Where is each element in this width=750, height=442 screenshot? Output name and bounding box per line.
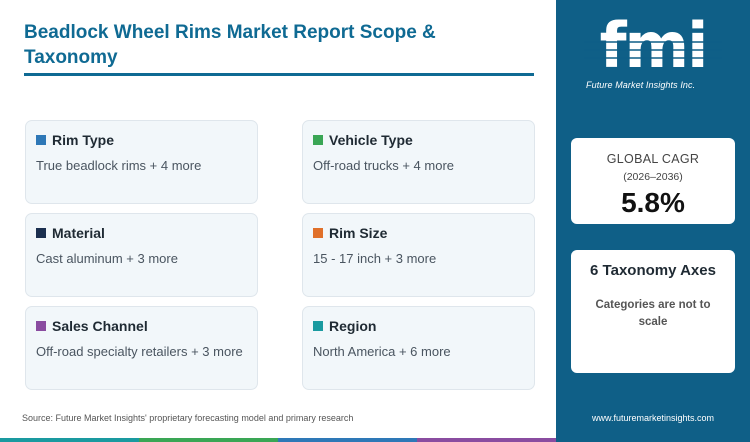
- bottom-color-bar: [0, 438, 556, 442]
- taxonomy-card-rim-size: Rim Size 15 - 17 inch + 3 more: [302, 213, 535, 297]
- cagr-value: 5.8%: [621, 187, 685, 218]
- card-value: Off-road specialty retailers + 3 more: [36, 344, 243, 359]
- card-header: Sales Channel: [36, 318, 148, 334]
- card-label: Material: [52, 225, 105, 241]
- bottom-bar-segment: [139, 438, 278, 442]
- page-title: Beadlock Wheel Rims Market Report Scope …: [24, 22, 436, 68]
- taxonomy-card-region: Region North America + 6 more: [302, 306, 535, 390]
- card-label: Rim Size: [329, 225, 388, 241]
- website-url: www.futuremarketinsights.com: [591, 413, 715, 423]
- main-panel: Beadlock Wheel Rims Market Report Scope …: [0, 0, 556, 442]
- square-bullet-icon: [36, 228, 46, 238]
- square-bullet-icon: [313, 321, 323, 331]
- card-header: Material: [36, 225, 105, 241]
- taxonomy-card-material: Material Cast aluminum + 3 more: [25, 213, 258, 297]
- card-label: Region: [329, 318, 377, 334]
- title-divider: [24, 73, 534, 76]
- logo-mark: fmi: [600, 12, 707, 74]
- card-value: North America + 6 more: [313, 344, 451, 359]
- cagr-label: GLOBAL CAGR: [606, 152, 700, 166]
- card-value: Cast aluminum + 3 more: [36, 251, 178, 266]
- square-bullet-icon: [313, 135, 323, 145]
- bottom-bar-segment: [417, 438, 556, 442]
- taxonomy-card-rim-type: Rim Type True beadlock rims + 4 more: [25, 120, 258, 204]
- card-header: Rim Type: [36, 132, 114, 148]
- square-bullet-icon: [36, 135, 46, 145]
- taxonomy-subtitle: Categories are not to scale: [595, 299, 711, 328]
- taxonomy-title: 6 Taxonomy Axes: [590, 262, 716, 279]
- card-header: Region: [313, 318, 376, 334]
- card-value: 15 - 17 inch + 3 more: [313, 251, 437, 266]
- logo-text: Future Market Insights Inc.: [586, 80, 696, 90]
- cagr-period: (2026–2036): [623, 171, 683, 183]
- taxonomy-card-vehicle-type: Vehicle Type Off-road trucks + 4 more: [302, 120, 535, 204]
- card-label: Rim Type: [52, 132, 114, 148]
- card-label: Sales Channel: [52, 318, 148, 334]
- cagr-box: GLOBAL CAGR (2026–2036) 5.8%: [571, 138, 735, 224]
- card-label: Vehicle Type: [329, 132, 413, 148]
- bottom-bar-segment: [278, 438, 417, 442]
- taxonomy-box: 6 Taxonomy Axes Categories are not to sc…: [571, 250, 735, 373]
- taxonomy-card-sales-channel: Sales Channel Off-road specialty retaile…: [25, 306, 258, 390]
- source-note: Source: Future Market Insights' propriet…: [22, 413, 354, 423]
- card-value: True beadlock rims + 4 more: [36, 158, 202, 173]
- sidebar: fmi Future Market Insights Inc. GLOBAL C…: [556, 0, 750, 442]
- fmi-logo-icon: fmi: [584, 12, 722, 74]
- card-header: Rim Size: [313, 225, 387, 241]
- card-header: Vehicle Type: [313, 132, 413, 148]
- bottom-bar-segment: [0, 438, 139, 442]
- square-bullet-icon: [36, 321, 46, 331]
- square-bullet-icon: [313, 228, 323, 238]
- card-value: Off-road trucks + 4 more: [313, 158, 455, 173]
